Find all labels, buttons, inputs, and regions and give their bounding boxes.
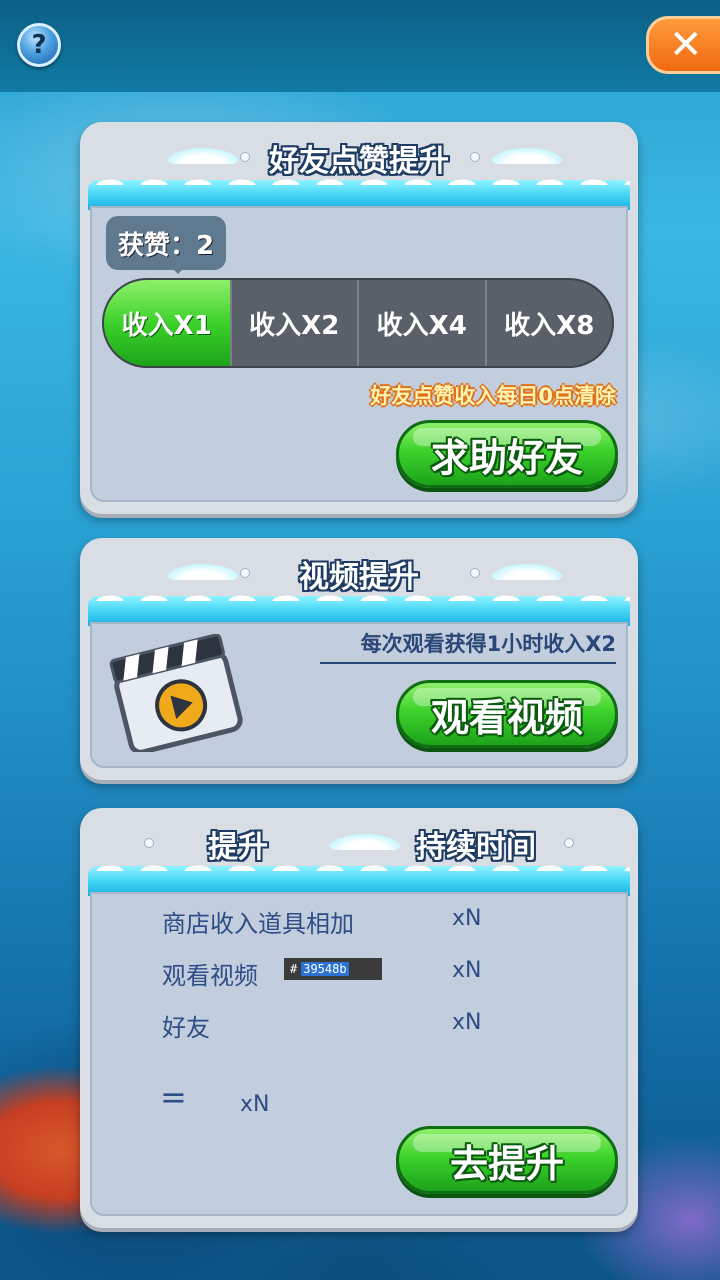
watch-video-label: 观看视频 bbox=[430, 695, 583, 740]
panel-title-boost: 提升 bbox=[208, 830, 268, 865]
row-value-friends: xN bbox=[452, 1010, 482, 1035]
tab-income-x4[interactable]: 收入X4 bbox=[357, 280, 485, 366]
go-boost-button[interactable]: 去提升 bbox=[396, 1126, 618, 1194]
ask-friends-label: 求助好友 bbox=[430, 435, 583, 480]
close-icon: ✕ bbox=[669, 22, 703, 68]
watch-video-button[interactable]: 观看视频 bbox=[396, 680, 618, 748]
likes-count-badge: 获赞：2 bbox=[106, 216, 227, 274]
dot-decoration bbox=[144, 838, 154, 848]
panel-title: 好友点赞提升 bbox=[269, 144, 449, 179]
tab-income-x8[interactable]: 收入X8 bbox=[484, 280, 613, 366]
reset-note: 好友点赞收入每日0点清除 bbox=[370, 384, 616, 408]
cloud-decoration bbox=[328, 834, 402, 850]
row-value-video: xN bbox=[452, 958, 482, 983]
boost-summary-panel: 提升 持续时间 商店收入道具相加 xN 观看视频 # 39548b xN 好友 … bbox=[80, 808, 638, 1228]
row-label-video: 观看视频 bbox=[162, 962, 258, 990]
row-value-shop: xN bbox=[452, 906, 482, 931]
help-button[interactable]: ? bbox=[17, 23, 61, 67]
total-equals-sign: = bbox=[160, 1078, 187, 1116]
clapperboard-play-icon bbox=[109, 634, 243, 752]
panel-title: 视频提升 bbox=[299, 560, 419, 595]
tab-income-x1[interactable]: 收入X1 bbox=[104, 280, 230, 366]
panel-title-duration: 持续时间 bbox=[416, 830, 536, 865]
go-boost-label: 去提升 bbox=[449, 1141, 564, 1186]
question-icon: ? bbox=[31, 30, 47, 60]
friends-like-panel: 好友点赞提升 获赞：2 收入X1 收入X2 收入X4 收入X8 好友点赞收入每日… bbox=[80, 122, 638, 514]
top-bar: ? ✕ bbox=[0, 0, 720, 92]
video-note: 每次观看获得1小时收入X2 bbox=[320, 628, 616, 664]
total-value: xN bbox=[240, 1092, 270, 1117]
dot-decoration bbox=[564, 838, 574, 848]
tab-income-x2[interactable]: 收入X2 bbox=[229, 280, 358, 366]
row-label-friends: 好友 bbox=[162, 1014, 210, 1042]
video-boost-panel: 视频提升 每次观看获得1小时收入X2 观看视频 bbox=[80, 538, 638, 780]
ask-friends-button[interactable]: 求助好友 bbox=[396, 420, 618, 488]
income-multiplier-tabs: 收入X1 收入X2 收入X4 收入X8 bbox=[102, 278, 614, 368]
close-button[interactable]: ✕ bbox=[646, 16, 720, 74]
color-code-chip: # 39548b bbox=[284, 958, 382, 980]
row-label-shop: 商店收入道具相加 bbox=[162, 910, 354, 938]
